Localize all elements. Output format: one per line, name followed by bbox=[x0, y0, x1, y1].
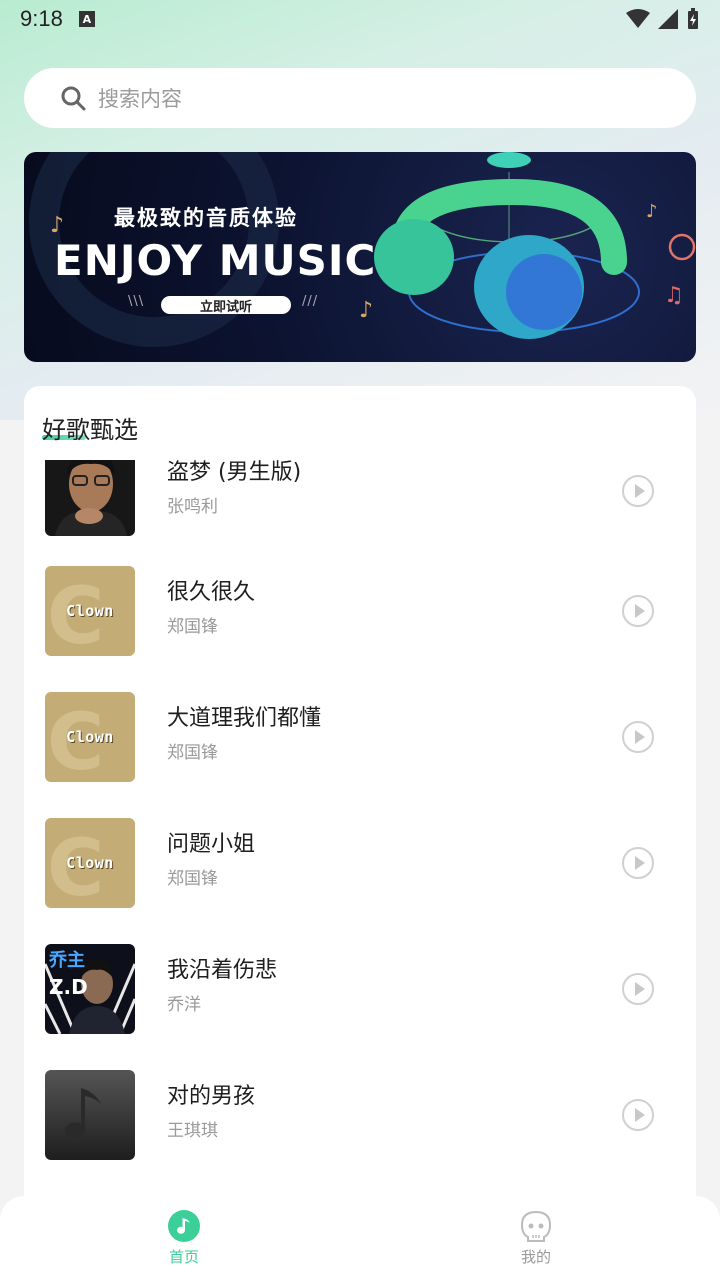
zd-album-art: 乔主 Z.D bbox=[45, 944, 135, 1034]
nav-home-label: 首页 bbox=[168, 1248, 199, 1266]
wifi-icon bbox=[626, 9, 650, 28]
clown-album-art: C Clown bbox=[45, 692, 135, 782]
song-cover: C Clown bbox=[45, 692, 135, 782]
banner-subtitle: 最极致的音质体验 bbox=[114, 206, 298, 230]
song-row[interactable]: 乔主 Z.D 我沿着伤悲 乔洋 bbox=[24, 944, 696, 1034]
song-title: 问题小姐 bbox=[167, 832, 256, 857]
play-icon bbox=[634, 982, 645, 996]
featured-songs-card: 好歌甄选 盗梦 (男生版) 张鸣利 C Clown 很久很久 郑国锋 C Clo… bbox=[24, 386, 696, 1280]
notification-icon: A bbox=[78, 11, 95, 27]
search-bar[interactable]: 搜索内容 bbox=[24, 68, 696, 128]
svg-text:乔主: 乔主 bbox=[48, 949, 85, 971]
banner-slash-left: \\\ bbox=[128, 294, 145, 309]
search-placeholder: 搜索内容 bbox=[98, 87, 182, 111]
song-row[interactable]: 对的男孩 王琪琪 bbox=[24, 1070, 696, 1160]
play-icon bbox=[634, 730, 645, 744]
nav-mine[interactable]: 我的 bbox=[436, 1196, 636, 1280]
song-row[interactable]: C Clown 很久很久 郑国锋 bbox=[24, 566, 696, 656]
song-row[interactable]: C Clown 问题小姐 郑国锋 bbox=[24, 818, 696, 908]
signal-icon bbox=[658, 9, 678, 29]
play-button[interactable] bbox=[622, 1099, 654, 1131]
section-title: 好歌甄选 bbox=[42, 416, 138, 444]
status-bar: 9:18 A bbox=[0, 0, 720, 38]
song-cover: C Clown bbox=[45, 566, 135, 656]
music-note-icon bbox=[168, 1210, 200, 1242]
clown-album-art: C Clown bbox=[45, 566, 135, 656]
battery-icon bbox=[688, 8, 698, 29]
promo-banner[interactable]: ♪ ♪ ♪ ♫ 最极致的音质体验 ENJOY MUSIC \\\ 立即试听 //… bbox=[24, 152, 696, 362]
song-list: 盗梦 (男生版) 张鸣利 C Clown 很久很久 郑国锋 C Clown 大道… bbox=[24, 460, 696, 1196]
song-artist: 王琪琪 bbox=[167, 1121, 218, 1141]
bottom-nav: 首页 我的 bbox=[0, 1196, 720, 1280]
song-artist: 郑国锋 bbox=[167, 617, 218, 637]
svg-text:♪: ♪ bbox=[50, 213, 64, 238]
clown-album-art: C Clown bbox=[45, 818, 135, 908]
song-title: 大道理我们都懂 bbox=[167, 706, 322, 731]
song-title: 对的男孩 bbox=[167, 1084, 256, 1109]
search-icon bbox=[61, 86, 86, 111]
profile-face-icon bbox=[520, 1210, 552, 1242]
song-row[interactable]: 盗梦 (男生版) 张鸣利 bbox=[24, 460, 696, 536]
play-icon bbox=[634, 1108, 645, 1122]
music-note-placeholder-icon bbox=[45, 1070, 135, 1160]
play-button[interactable] bbox=[622, 721, 654, 753]
song-artist: 张鸣利 bbox=[167, 497, 218, 517]
play-icon bbox=[634, 484, 645, 498]
song-title: 我沿着伤悲 bbox=[167, 958, 278, 983]
song-title: 盗梦 (男生版) bbox=[167, 460, 302, 485]
play-icon bbox=[634, 856, 645, 870]
svg-text:♪: ♪ bbox=[646, 201, 658, 222]
status-time: 9:18 bbox=[20, 6, 63, 31]
song-cover bbox=[45, 460, 135, 536]
play-button[interactable] bbox=[622, 973, 654, 1005]
song-row[interactable]: C Clown 大道理我们都懂 郑国锋 bbox=[24, 692, 696, 782]
cover-text: Clown bbox=[66, 728, 114, 746]
play-button[interactable] bbox=[622, 475, 654, 507]
song-cover: 乔主 Z.D bbox=[45, 944, 135, 1034]
song-artist: 郑国锋 bbox=[167, 743, 218, 763]
song-cover bbox=[45, 1070, 135, 1160]
song-cover: C Clown bbox=[45, 818, 135, 908]
try-listen-button[interactable]: 立即试听 bbox=[161, 296, 291, 315]
cover-text: Clown bbox=[66, 602, 114, 620]
play-button[interactable] bbox=[622, 847, 654, 879]
banner-title: ENJOY MUSIC bbox=[54, 236, 377, 285]
play-icon bbox=[634, 604, 645, 618]
artist-portrait bbox=[45, 460, 135, 536]
svg-text:♫: ♫ bbox=[664, 283, 684, 308]
banner-slash-right: /// bbox=[302, 294, 319, 309]
song-title: 很久很久 bbox=[167, 580, 256, 605]
song-artist: 郑国锋 bbox=[167, 869, 218, 889]
svg-text:Z.D: Z.D bbox=[49, 975, 88, 999]
nav-mine-label: 我的 bbox=[520, 1248, 551, 1266]
nav-home[interactable]: 首页 bbox=[84, 1196, 284, 1280]
cover-text: Clown bbox=[66, 854, 114, 872]
song-artist: 乔洋 bbox=[167, 995, 201, 1015]
svg-text:♪: ♪ bbox=[359, 298, 373, 323]
play-button[interactable] bbox=[622, 595, 654, 627]
